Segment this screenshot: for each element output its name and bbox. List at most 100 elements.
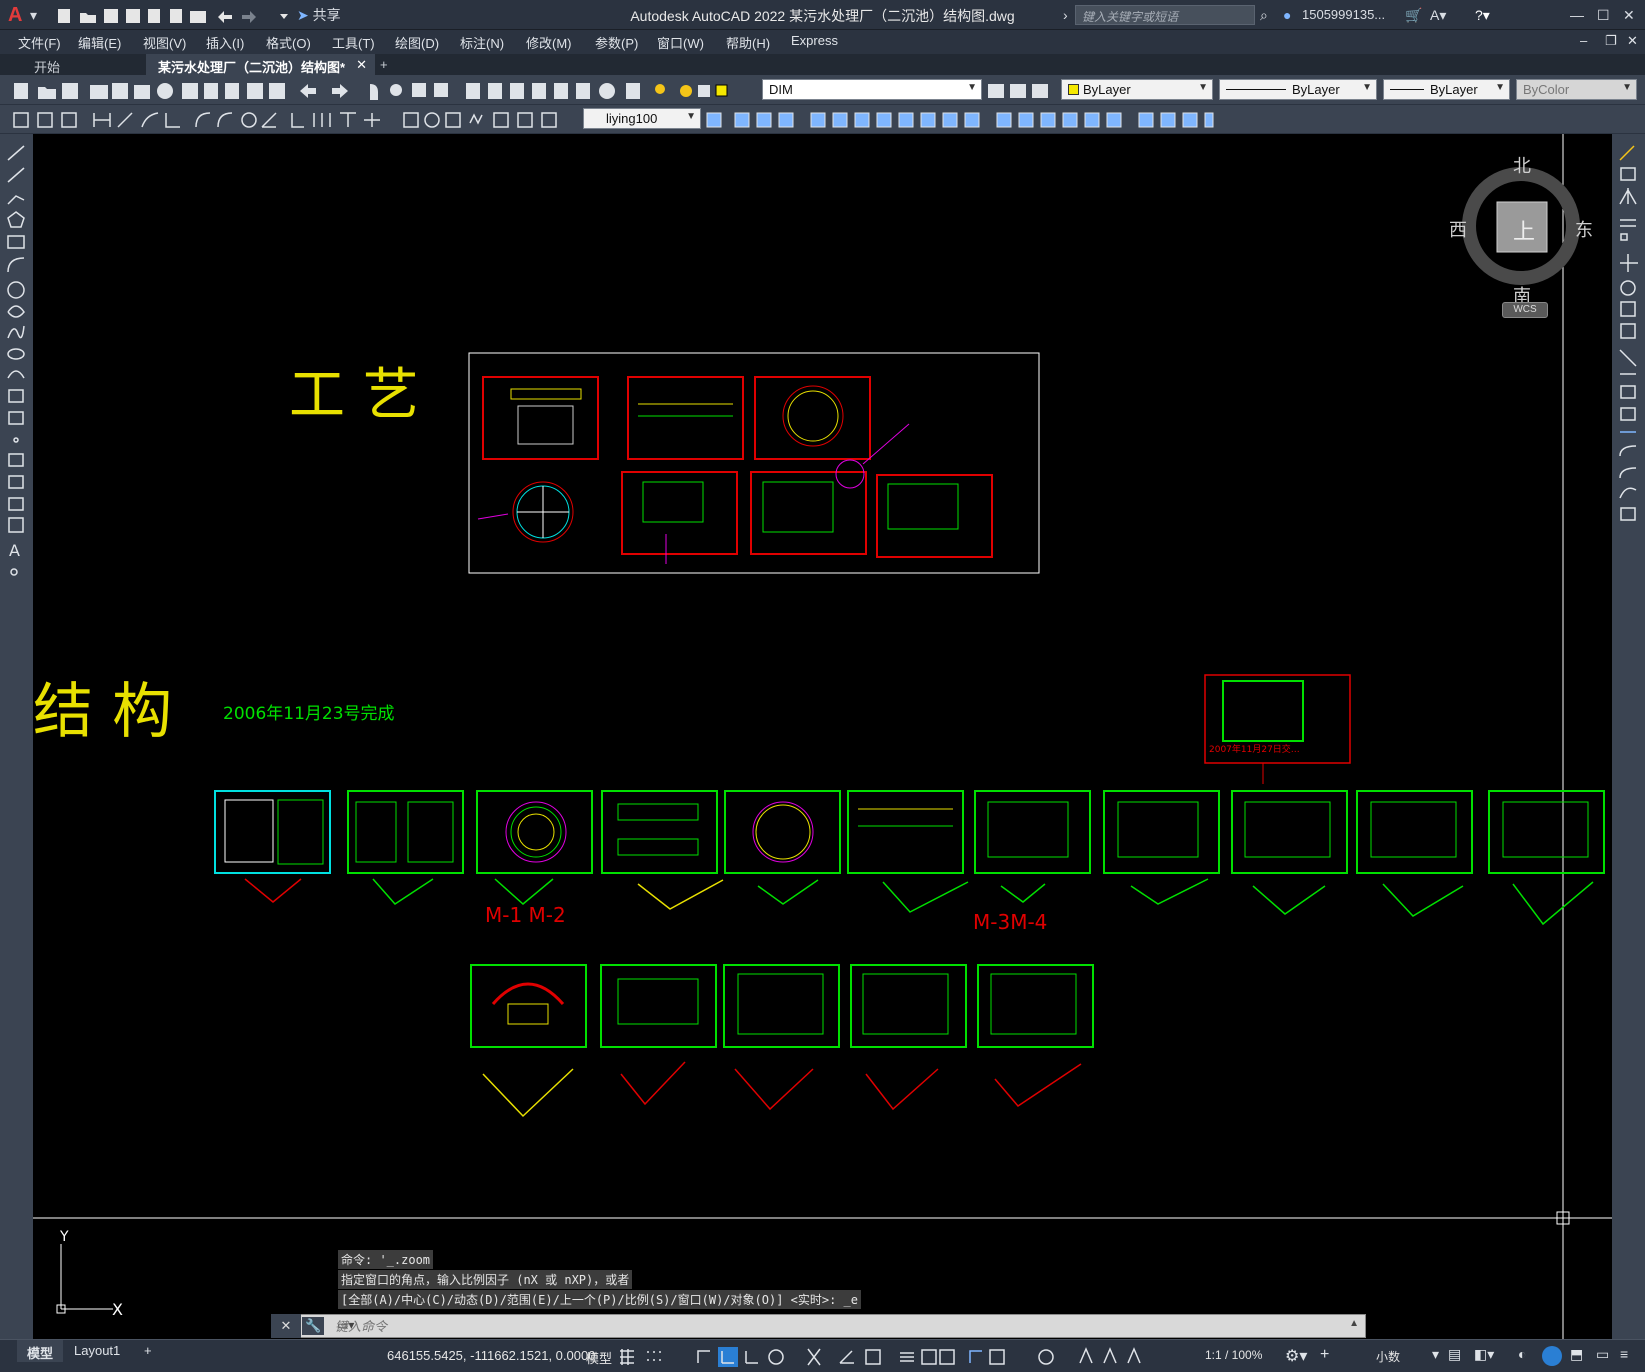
annotation-monitor-icon[interactable]: + <box>1320 1346 1329 1364</box>
viewcube-east[interactable]: 东 <box>1575 216 1593 242</box>
workspace-gear-icon[interactable]: ⚙▾ <box>1285 1346 1307 1366</box>
graphics-performance-icon[interactable]: ◐ <box>1518 1346 1526 1362</box>
hardware-accel-icon[interactable]: ⬒ <box>1570 1346 1583 1363</box>
close-button[interactable]: ✕ <box>1623 6 1635 24</box>
mirror-icon <box>756 112 772 128</box>
mirror-pal-icon <box>1619 188 1637 205</box>
viewcube-west[interactable]: 西 <box>1449 216 1467 242</box>
open-web-icon <box>148 9 160 23</box>
command-customize-icon[interactable]: 🔧 <box>302 1317 325 1335</box>
menu-help[interactable]: 帮助(H) <box>726 33 770 52</box>
tab-close-icon[interactable]: ✕ <box>356 57 367 73</box>
move-icon <box>832 112 848 128</box>
search-expand-icon[interactable]: › <box>1063 6 1068 24</box>
tab-model[interactable]: 模型 <box>17 1340 64 1362</box>
save-icon <box>104 9 118 23</box>
app-menu-chevron-icon[interactable]: ▾ <box>30 6 37 24</box>
autocad-logo-icon[interactable]: A <box>8 4 30 26</box>
color-combo[interactable]: ByLayer ▼ <box>1061 79 1213 100</box>
lock-ui-icon[interactable]: ▤ <box>1448 1346 1461 1363</box>
minimize-button[interactable]: — <box>1570 6 1584 24</box>
share-button[interactable]: ➤ 共享 <box>297 6 341 24</box>
help-icon[interactable]: ?▾ <box>1475 6 1490 24</box>
dim-jogged-icon <box>217 112 233 128</box>
menu-window[interactable]: 窗口(W) <box>657 33 704 52</box>
customize-status-icon[interactable]: ≡ <box>1620 1346 1628 1362</box>
dimstyle-combo[interactable]: liying100 ▼ <box>583 108 701 129</box>
menu-draw[interactable]: 绘图(D) <box>395 33 439 52</box>
customize-icon <box>280 14 288 19</box>
layer-combo[interactable]: DIM ▼ <box>762 79 982 100</box>
coordinate-readout[interactable]: 646155.5425, -111662.1521, 0.0000 <box>387 1348 595 1363</box>
menu-edit[interactable]: 编辑(E) <box>78 33 121 52</box>
tab-start[interactable]: 开始 <box>22 54 72 76</box>
add-layout-icon[interactable]: + <box>134 1340 162 1362</box>
layer-match-icon <box>1032 84 1048 98</box>
viewcube[interactable]: 北 南 西 东 上 <box>1449 156 1593 307</box>
menu-insert[interactable]: 插入(I) <box>206 33 244 52</box>
drawing-canvas[interactable]: 工 艺 结 构 2006年11月23号完成 2007年11月27日交… M-1 … <box>33 134 1612 1339</box>
menu-modify[interactable]: 修改(M) <box>526 33 572 52</box>
user-account-button[interactable]: 1505999135... <box>1302 6 1385 24</box>
menu-express[interactable]: Express <box>791 33 838 48</box>
doc-restore-button[interactable]: ❐ <box>1605 33 1617 49</box>
search-input[interactable]: 键入关键字或短语 <box>1075 5 1255 25</box>
scale-icon <box>876 112 892 128</box>
annotation-scale[interactable]: 1:1 / 100% <box>1205 1348 1262 1362</box>
store-cart-icon[interactable]: 🛒 <box>1405 6 1422 24</box>
tb-zoom-realtime-icon <box>390 84 402 96</box>
ellipse-arc-icon <box>7 370 25 379</box>
autodesk-account-icon[interactable]: A▾ <box>1430 6 1446 24</box>
grid-icon <box>620 1349 634 1365</box>
clean-screen-icon[interactable] <box>1542 1346 1562 1366</box>
command-history-toggle-icon[interactable]: ▲ <box>1349 1318 1359 1329</box>
process-sheet-5 <box>750 471 867 555</box>
menu-format[interactable]: 格式(O) <box>266 33 311 52</box>
new-tab-icon[interactable]: + <box>368 54 400 76</box>
model-space-toggle[interactable]: 模型 <box>586 1348 612 1367</box>
command-input[interactable] <box>335 1317 1235 1335</box>
mtext-icon: A <box>9 541 20 560</box>
tab-drawing[interactable]: 某污水处理厂（二沉池）结构图* ✕ <box>146 54 376 76</box>
lineweight-combo[interactable]: ByLayer ▼ <box>1383 79 1510 100</box>
save-web-icon <box>170 9 182 23</box>
viewcube-top-face[interactable]: 上 <box>1513 214 1535 246</box>
menu-parametric[interactable]: 参数(P) <box>595 33 638 52</box>
menu-tools[interactable]: 工具(T) <box>332 33 375 52</box>
chamfer-icon <box>1018 112 1034 128</box>
table-icon <box>8 517 24 533</box>
draw-order-icon <box>1106 112 1122 128</box>
tab-layout1[interactable]: Layout1 <box>64 1340 130 1362</box>
doc-close-button[interactable]: ✕ <box>1627 33 1638 49</box>
user-icon[interactable]: ● <box>1283 6 1291 24</box>
maximize-button[interactable]: ☐ <box>1597 6 1610 24</box>
isolate-objects-icon[interactable]: ◧▾ <box>1474 1346 1494 1363</box>
break-icon <box>964 112 980 128</box>
auto-scale-icon <box>1127 1347 1141 1364</box>
dynamic-input-bg <box>718 1347 738 1367</box>
struct-sheet-5 <box>724 790 841 874</box>
array-pal-icon <box>1620 233 1628 241</box>
process-sheet-4 <box>621 471 738 555</box>
make-block-icon <box>8 411 24 425</box>
process-sheet-6 <box>876 474 993 558</box>
menu-file[interactable]: 文件(F) <box>18 33 61 52</box>
units-display[interactable]: 小数 <box>1376 1348 1400 1365</box>
command-close-icon[interactable]: ✕ <box>271 1314 301 1338</box>
menu-dimension[interactable]: 标注(N) <box>460 33 504 52</box>
linetype-combo[interactable]: ByLayer ▼ <box>1219 79 1377 100</box>
stretch-icon <box>898 112 914 128</box>
doc-minimize-button[interactable]: – <box>1580 33 1587 48</box>
trim-icon <box>920 112 936 128</box>
search-icon[interactable]: ⌕ <box>1260 6 1268 24</box>
annotation-visibility-icon <box>1103 1347 1117 1364</box>
plotstyle-combo[interactable]: ByColor ▼ <box>1516 79 1637 100</box>
quick-properties-icon[interactable]: ▾ <box>1432 1346 1439 1363</box>
fullscreen-icon[interactable]: ▭ <box>1596 1346 1609 1363</box>
menu-view[interactable]: 视图(V) <box>143 33 186 52</box>
drafting-aids <box>620 1347 1141 1367</box>
wcs-menu[interactable]: WCS <box>1502 302 1548 318</box>
erase-pal-icon <box>1619 145 1635 161</box>
viewcube-north[interactable]: 北 <box>1513 152 1531 178</box>
tb-tool-palettes-icon <box>510 83 524 99</box>
